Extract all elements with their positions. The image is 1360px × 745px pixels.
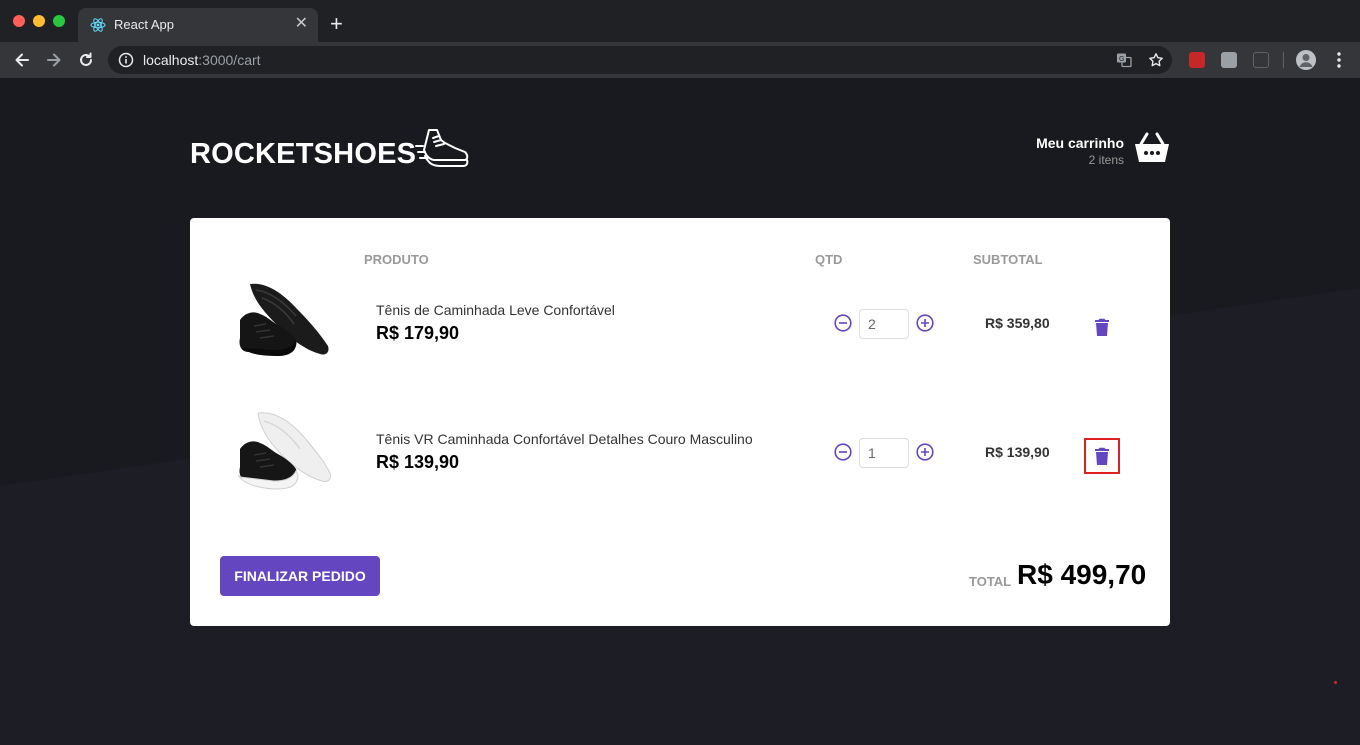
quantity-input[interactable] xyxy=(859,309,909,339)
tab-close-icon[interactable]: ✕ xyxy=(295,15,308,33)
cart-link[interactable]: Meu carrinho 2 itens xyxy=(1030,130,1170,167)
cursor-dot xyxy=(1334,681,1337,684)
back-icon[interactable] xyxy=(10,48,34,72)
total-label: TOTAL xyxy=(969,574,1012,589)
browser-menu-icon[interactable] xyxy=(1330,50,1348,70)
increment-icon[interactable] xyxy=(916,443,934,461)
cart-row: Tênis de Caminhada Leve Confortável R$ 1… xyxy=(190,280,1170,380)
product-title: Tênis VR Caminhada Confortável Detalhes … xyxy=(376,431,753,447)
close-window-button[interactable] xyxy=(13,15,25,27)
product-image xyxy=(237,412,331,490)
profile-avatar-icon[interactable] xyxy=(1296,50,1316,70)
reload-icon[interactable] xyxy=(74,48,98,72)
cart-item-count: 2 itens xyxy=(1088,153,1124,167)
tab-title: React App xyxy=(114,17,174,32)
delete-item-button[interactable] xyxy=(1084,309,1120,345)
total-value: R$ 499,70 xyxy=(1017,559,1147,590)
browser-toolbar: localhost:3000/cart G xyxy=(0,42,1360,78)
item-subtotal: R$ 139,90 xyxy=(985,444,1050,460)
extension-json-icon[interactable] xyxy=(1253,52,1269,68)
browser-titlebar: React App ✕ + xyxy=(0,0,1360,42)
maximize-window-button[interactable] xyxy=(53,15,65,27)
header-qty: QTD xyxy=(815,252,843,267)
decrement-icon[interactable] xyxy=(834,314,852,332)
browser-tab[interactable]: React App ✕ xyxy=(78,8,318,42)
svg-text:G: G xyxy=(1119,56,1124,63)
toolbar-separator xyxy=(1283,52,1284,68)
header-subtotal: SUBTOTAL xyxy=(973,252,1043,267)
page: ROCKETSHOES Meu carrinho 2 itens PRODUTO… xyxy=(0,78,1360,745)
decrement-icon[interactable] xyxy=(834,443,852,461)
address-bar[interactable]: localhost:3000/cart G xyxy=(108,46,1172,74)
new-tab-button[interactable]: + xyxy=(330,13,343,35)
quantity-input[interactable] xyxy=(859,438,909,468)
site-header: ROCKETSHOES Meu carrinho 2 itens xyxy=(190,128,1170,178)
delete-item-button[interactable] xyxy=(1084,438,1120,474)
item-subtotal: R$ 359,80 xyxy=(985,315,1050,331)
shopping-basket-icon xyxy=(1135,132,1169,162)
react-icon xyxy=(90,18,106,32)
trash-icon xyxy=(1095,318,1109,336)
product-image xyxy=(239,283,329,356)
extension-react-devtools-icon[interactable] xyxy=(1189,52,1205,68)
product-price: R$ 139,90 xyxy=(376,452,460,472)
header-product: PRODUTO xyxy=(364,252,429,267)
forward-icon[interactable] xyxy=(42,48,66,72)
cart-row: Tênis VR Caminhada Confortável Detalhes … xyxy=(190,409,1170,509)
cart-panel: PRODUTO QTD SUBTOTAL Tênis de Caminhada … xyxy=(190,218,1170,626)
trash-icon xyxy=(1095,447,1109,465)
minimize-window-button[interactable] xyxy=(33,15,45,27)
product-price: R$ 179,90 xyxy=(376,323,460,343)
translate-icon[interactable]: G xyxy=(1116,52,1132,68)
extension-shield-icon[interactable] xyxy=(1221,52,1237,68)
cart-title: Meu carrinho xyxy=(1036,135,1124,151)
sneaker-logo-icon xyxy=(415,129,469,167)
finalize-order-button[interactable]: FINALIZAR PEDIDO xyxy=(220,556,380,596)
increment-icon[interactable] xyxy=(916,314,934,332)
logo[interactable]: ROCKETSHOES xyxy=(190,138,416,171)
product-title: Tênis de Caminhada Leve Confortável xyxy=(376,302,615,318)
url-text[interactable]: localhost:3000/cart xyxy=(143,52,261,68)
star-icon[interactable] xyxy=(1148,52,1164,68)
info-icon[interactable] xyxy=(118,52,134,68)
